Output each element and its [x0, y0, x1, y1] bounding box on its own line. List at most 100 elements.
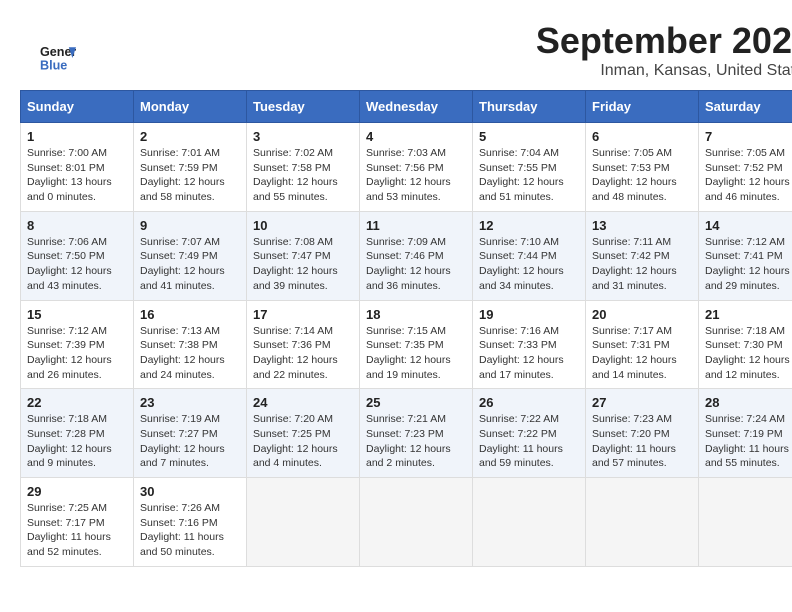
- calendar-day-cell: 9 Sunrise: 7:07 AMSunset: 7:49 PMDaylight…: [134, 211, 247, 300]
- day-number: 25: [366, 395, 466, 410]
- svg-text:Blue: Blue: [40, 59, 67, 73]
- day-detail: Sunrise: 7:11 AMSunset: 7:42 PMDaylight:…: [592, 235, 692, 294]
- day-number: 5: [479, 129, 579, 144]
- day-number: 2: [140, 129, 240, 144]
- day-detail: Sunrise: 7:25 AMSunset: 7:17 PMDaylight:…: [27, 501, 127, 560]
- calendar-day-cell: 4 Sunrise: 7:03 AMSunset: 7:56 PMDaylight…: [360, 123, 473, 212]
- calendar-day-cell: [247, 478, 360, 567]
- general-blue-logo-icon: General Blue: [40, 40, 76, 76]
- col-thursday: Thursday: [473, 91, 586, 123]
- day-detail: Sunrise: 7:07 AMSunset: 7:49 PMDaylight:…: [140, 235, 240, 294]
- calendar-day-cell: 5 Sunrise: 7:04 AMSunset: 7:55 PMDaylight…: [473, 123, 586, 212]
- day-detail: Sunrise: 7:18 AMSunset: 7:28 PMDaylight:…: [27, 412, 127, 471]
- day-detail: Sunrise: 7:03 AMSunset: 7:56 PMDaylight:…: [366, 146, 466, 205]
- calendar-header: September 2024 Inman, Kansas, United Sta…: [20, 20, 792, 80]
- day-detail: Sunrise: 7:14 AMSunset: 7:36 PMDaylight:…: [253, 324, 353, 383]
- calendar-header-row: Sunday Monday Tuesday Wednesday Thursday…: [21, 91, 792, 123]
- day-number: 10: [253, 218, 353, 233]
- calendar-week-row: 29 Sunrise: 7:25 AMSunset: 7:17 PMDayligh…: [21, 478, 792, 567]
- calendar-day-cell: [699, 478, 792, 567]
- day-number: 8: [27, 218, 127, 233]
- day-number: 28: [705, 395, 792, 410]
- col-sunday: Sunday: [21, 91, 134, 123]
- day-detail: Sunrise: 7:05 AMSunset: 7:53 PMDaylight:…: [592, 146, 692, 205]
- calendar-day-cell: 22 Sunrise: 7:18 AMSunset: 7:28 PMDayligh…: [21, 389, 134, 478]
- day-number: 21: [705, 307, 792, 322]
- col-saturday: Saturday: [699, 91, 792, 123]
- calendar-day-cell: 2 Sunrise: 7:01 AMSunset: 7:59 PMDaylight…: [134, 123, 247, 212]
- calendar-day-cell: 21 Sunrise: 7:18 AMSunset: 7:30 PMDayligh…: [699, 300, 792, 389]
- calendar-day-cell: 30Sunrise: 7:26 AMSunset: 7:16 PMDayligh…: [134, 478, 247, 567]
- day-detail: Sunrise: 7:20 AMSunset: 7:25 PMDaylight:…: [253, 412, 353, 471]
- day-number: 18: [366, 307, 466, 322]
- calendar-day-cell: 19 Sunrise: 7:16 AMSunset: 7:33 PMDayligh…: [473, 300, 586, 389]
- calendar-week-row: 1 Sunrise: 7:00 AMSunset: 8:01 PMDaylight…: [21, 123, 792, 212]
- col-wednesday: Wednesday: [360, 91, 473, 123]
- day-detail: Sunrise: 7:05 AMSunset: 7:52 PMDaylight:…: [705, 146, 792, 205]
- day-detail: Sunrise: 7:09 AMSunset: 7:46 PMDaylight:…: [366, 235, 466, 294]
- calendar-day-cell: 16Sunrise: 7:13 AMSunset: 7:38 PMDayligh…: [134, 300, 247, 389]
- day-detail: Sunrise: 7:00 AMSunset: 8:01 PMDaylight:…: [27, 146, 127, 205]
- day-number: 24: [253, 395, 353, 410]
- day-number: 9: [140, 218, 240, 233]
- day-detail: Sunrise: 7:17 AMSunset: 7:31 PMDaylight:…: [592, 324, 692, 383]
- calendar-table: Sunday Monday Tuesday Wednesday Thursday…: [20, 90, 792, 567]
- calendar-day-cell: 20 Sunrise: 7:17 AMSunset: 7:31 PMDayligh…: [586, 300, 699, 389]
- calendar-week-row: 22 Sunrise: 7:18 AMSunset: 7:28 PMDayligh…: [21, 389, 792, 478]
- calendar-week-row: 15Sunrise: 7:12 AMSunset: 7:39 PMDayligh…: [21, 300, 792, 389]
- day-number: 6: [592, 129, 692, 144]
- calendar-day-cell: 26 Sunrise: 7:22 AMSunset: 7:22 PMDayligh…: [473, 389, 586, 478]
- day-number: 4: [366, 129, 466, 144]
- calendar-day-cell: 1 Sunrise: 7:00 AMSunset: 8:01 PMDaylight…: [21, 123, 134, 212]
- calendar-day-cell: [360, 478, 473, 567]
- day-number: 23: [140, 395, 240, 410]
- day-detail: Sunrise: 7:18 AMSunset: 7:30 PMDaylight:…: [705, 324, 792, 383]
- calendar-day-cell: 28 Sunrise: 7:24 AMSunset: 7:19 PMDayligh…: [699, 389, 792, 478]
- calendar-day-cell: 29 Sunrise: 7:25 AMSunset: 7:17 PMDayligh…: [21, 478, 134, 567]
- day-number: 14: [705, 218, 792, 233]
- calendar-week-row: 8 Sunrise: 7:06 AMSunset: 7:50 PMDaylight…: [21, 211, 792, 300]
- day-detail: Sunrise: 7:24 AMSunset: 7:19 PMDaylight:…: [705, 412, 792, 471]
- day-detail: Sunrise: 7:19 AMSunset: 7:27 PMDaylight:…: [140, 412, 240, 471]
- calendar-day-cell: [473, 478, 586, 567]
- day-detail: Sunrise: 7:08 AMSunset: 7:47 PMDaylight:…: [253, 235, 353, 294]
- logo: General Blue: [40, 40, 76, 76]
- day-detail: Sunrise: 7:06 AMSunset: 7:50 PMDaylight:…: [27, 235, 127, 294]
- page-wrapper: General Blue September 2024 Inman, Kansa…: [20, 20, 792, 567]
- day-number: 15: [27, 307, 127, 322]
- col-monday: Monday: [134, 91, 247, 123]
- calendar-day-cell: 27Sunrise: 7:23 AMSunset: 7:20 PMDayligh…: [586, 389, 699, 478]
- day-detail: Sunrise: 7:13 AMSunset: 7:38 PMDaylight:…: [140, 324, 240, 383]
- calendar-day-cell: 3Sunrise: 7:02 AMSunset: 7:58 PMDaylight…: [247, 123, 360, 212]
- col-tuesday: Tuesday: [247, 91, 360, 123]
- day-number: 20: [592, 307, 692, 322]
- day-number: 13: [592, 218, 692, 233]
- day-number: 22: [27, 395, 127, 410]
- day-number: 17: [253, 307, 353, 322]
- day-number: 1: [27, 129, 127, 144]
- day-detail: Sunrise: 7:15 AMSunset: 7:35 PMDaylight:…: [366, 324, 466, 383]
- day-number: 29: [27, 484, 127, 499]
- calendar-day-cell: 13 Sunrise: 7:11 AMSunset: 7:42 PMDayligh…: [586, 211, 699, 300]
- day-number: 11: [366, 218, 466, 233]
- day-number: 27: [592, 395, 692, 410]
- day-detail: Sunrise: 7:01 AMSunset: 7:59 PMDaylight:…: [140, 146, 240, 205]
- day-number: 3: [253, 129, 353, 144]
- calendar-day-cell: 8 Sunrise: 7:06 AMSunset: 7:50 PMDaylight…: [21, 211, 134, 300]
- calendar-day-cell: 6 Sunrise: 7:05 AMSunset: 7:53 PMDaylight…: [586, 123, 699, 212]
- calendar-day-cell: 24 Sunrise: 7:20 AMSunset: 7:25 PMDayligh…: [247, 389, 360, 478]
- day-number: 19: [479, 307, 579, 322]
- day-number: 12: [479, 218, 579, 233]
- day-detail: Sunrise: 7:16 AMSunset: 7:33 PMDaylight:…: [479, 324, 579, 383]
- calendar-day-cell: 17 Sunrise: 7:14 AMSunset: 7:36 PMDayligh…: [247, 300, 360, 389]
- col-friday: Friday: [586, 91, 699, 123]
- calendar-day-cell: 10 Sunrise: 7:08 AMSunset: 7:47 PMDayligh…: [247, 211, 360, 300]
- day-detail: Sunrise: 7:04 AMSunset: 7:55 PMDaylight:…: [479, 146, 579, 205]
- day-detail: Sunrise: 7:10 AMSunset: 7:44 PMDaylight:…: [479, 235, 579, 294]
- calendar-day-cell: 14Sunrise: 7:12 AMSunset: 7:41 PMDayligh…: [699, 211, 792, 300]
- day-number: 26: [479, 395, 579, 410]
- day-detail: Sunrise: 7:22 AMSunset: 7:22 PMDaylight:…: [479, 412, 579, 471]
- calendar-day-cell: 11 Sunrise: 7:09 AMSunset: 7:46 PMDayligh…: [360, 211, 473, 300]
- day-detail: Sunrise: 7:21 AMSunset: 7:23 PMDaylight:…: [366, 412, 466, 471]
- month-year-title: September 2024: [20, 20, 792, 62]
